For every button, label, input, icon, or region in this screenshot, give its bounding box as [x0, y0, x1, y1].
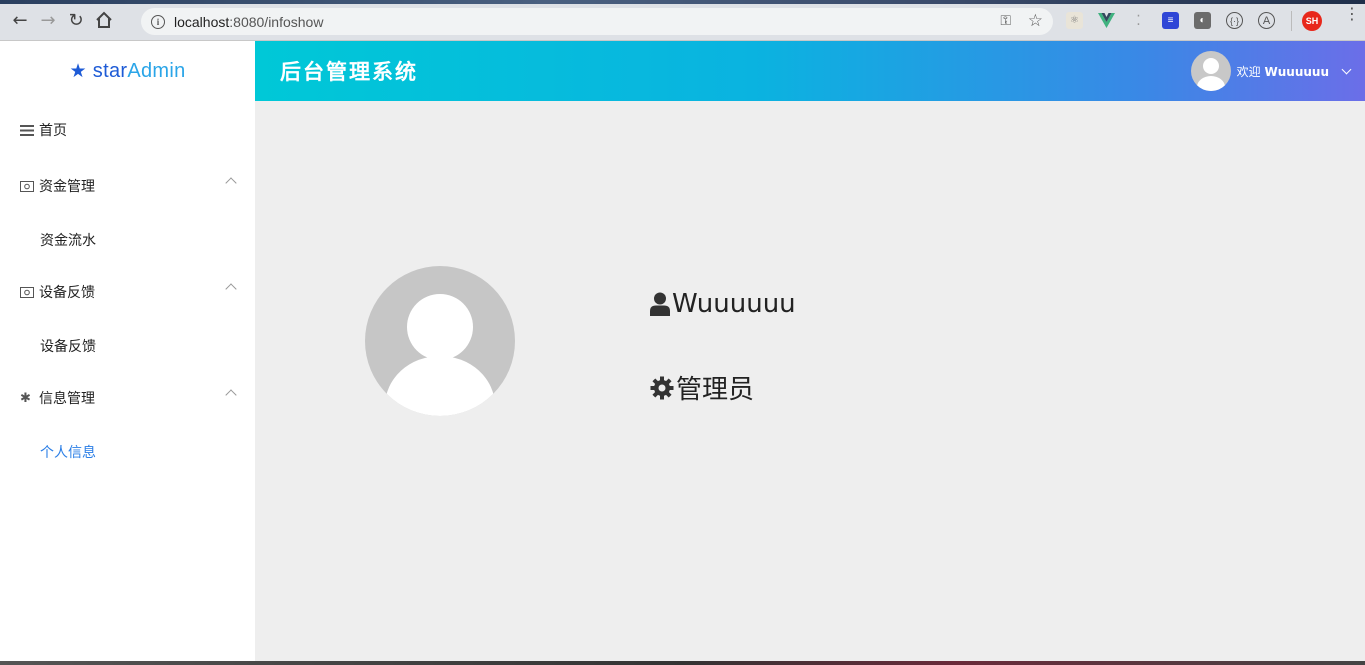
- browser-menu-icon[interactable]: ⋮: [1344, 6, 1360, 22]
- browser-toolbar: ← → ↻ i localhost:8080/infoshow ⚿ ☆ ⚛ ⁚ …: [0, 0, 1365, 41]
- sidebar-item-device-feedback[interactable]: 设备反馈: [0, 272, 255, 312]
- toolbar-divider: [1291, 11, 1292, 31]
- main-content: Wuuuuuu 管理员: [255, 101, 1365, 661]
- home-icon[interactable]: [90, 6, 118, 34]
- sidebar-subitem-fund-flow[interactable]: 资金流水: [40, 230, 96, 250]
- sidebar-item-info-management[interactable]: ✱ 信息管理: [0, 378, 255, 418]
- page-title: 后台管理系统: [280, 60, 418, 84]
- profile-role: 管理员: [676, 375, 755, 405]
- url-text[interactable]: localhost:8080/infoshow: [174, 14, 323, 30]
- avatar[interactable]: [1190, 51, 1231, 91]
- extension-code-icon[interactable]: {·}: [1226, 12, 1243, 29]
- sidebar-item-funds[interactable]: 资金管理: [0, 166, 255, 206]
- window-bottom-edge: [0, 661, 1365, 665]
- profile-name-row: Wuuuuuu: [650, 289, 796, 319]
- profile-role-row: 管理员: [650, 369, 754, 406]
- brand-logo[interactable]: ★ star Admin: [0, 41, 255, 101]
- welcome-text: 欢迎 Wuuuuuu: [1236, 64, 1329, 79]
- extension-dots-icon[interactable]: ⁚: [1130, 12, 1147, 29]
- sidebar-item-home[interactable]: 首页: [0, 110, 255, 150]
- user-icon: [650, 292, 670, 316]
- gear-icon: [650, 376, 674, 400]
- reload-icon[interactable]: ↻: [62, 6, 90, 34]
- extension-shield-icon[interactable]: ◐: [1194, 12, 1211, 29]
- extension-layers-icon[interactable]: ≡: [1162, 12, 1179, 29]
- brand-text-admin: Admin: [127, 59, 186, 82]
- money-icon: [20, 180, 34, 192]
- bookmark-star-icon[interactable]: ☆: [1028, 11, 1043, 31]
- forward-icon[interactable]: →: [34, 6, 62, 34]
- sidebar-item-label: 设备反馈: [39, 285, 95, 301]
- sidebar-item-label: 信息管理: [39, 391, 95, 407]
- chevron-up-icon[interactable]: [225, 283, 237, 295]
- brand-text-star: star: [92, 59, 128, 82]
- asterisk-icon: ✱: [20, 390, 31, 406]
- sidebar-item-label: 首页: [39, 123, 67, 139]
- profile-name: Wuuuuuu: [672, 289, 796, 319]
- profile-sh-icon[interactable]: SH: [1302, 11, 1322, 31]
- sidebar: ★ star Admin 首页 资金管理 资金流水 设备反馈 设备反馈 ✱ 信息管…: [0, 41, 255, 661]
- extension-a-icon[interactable]: A: [1258, 12, 1275, 29]
- list-icon: [20, 124, 34, 136]
- extension-react-icon[interactable]: ⚛: [1066, 12, 1083, 29]
- key-icon[interactable]: ⚿: [1000, 13, 1011, 29]
- sidebar-subitem-personal-info[interactable]: 个人信息: [40, 442, 96, 462]
- chevron-up-icon[interactable]: [225, 389, 237, 401]
- extension-vue-icon[interactable]: [1098, 12, 1115, 29]
- money-icon: [20, 286, 34, 298]
- chevron-up-icon[interactable]: [225, 177, 237, 189]
- info-icon[interactable]: i: [151, 14, 165, 29]
- address-bar[interactable]: i localhost:8080/infoshow ⚿ ☆: [141, 8, 1053, 35]
- profile-avatar: [365, 266, 515, 416]
- sidebar-subitem-device-feedback[interactable]: 设备反馈: [40, 336, 96, 356]
- sidebar-item-label: 资金管理: [39, 179, 95, 195]
- back-icon[interactable]: ←: [6, 6, 34, 34]
- star-icon: ★: [69, 60, 87, 82]
- top-header: 后台管理系统 欢迎 Wuuuuuu: [255, 41, 1365, 101]
- user-menu[interactable]: 欢迎 Wuuuuuu: [1190, 51, 1352, 91]
- chevron-down-icon[interactable]: [1341, 64, 1352, 74]
